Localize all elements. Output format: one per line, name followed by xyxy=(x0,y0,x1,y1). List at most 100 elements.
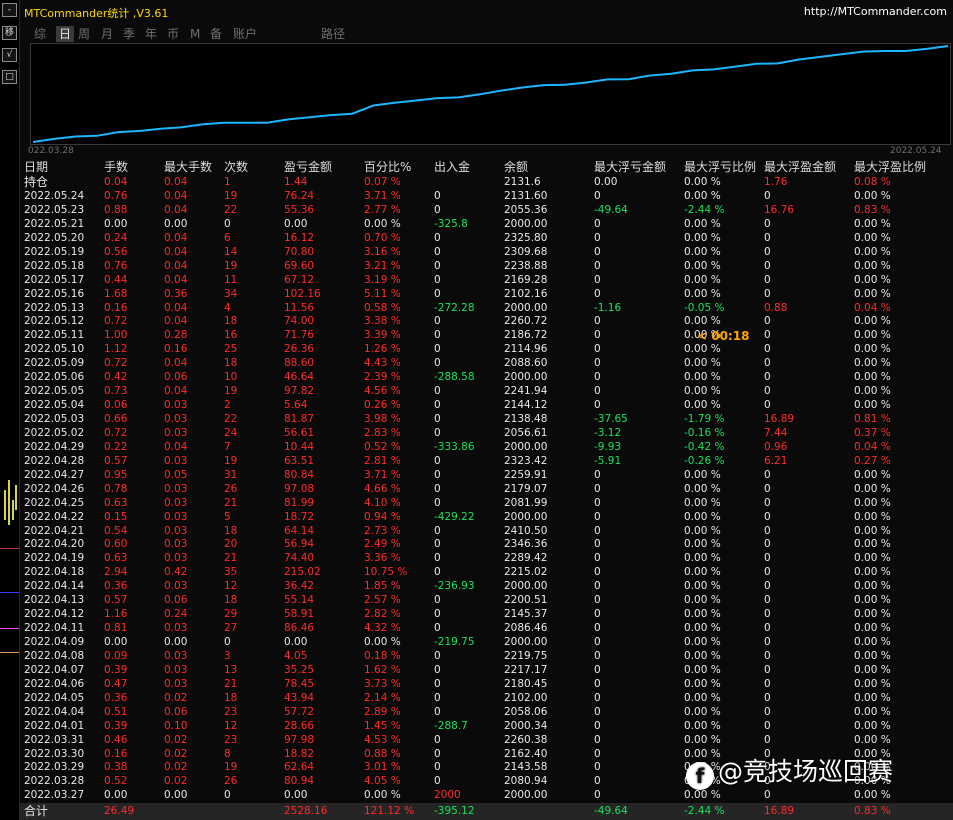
window-button[interactable]: □ xyxy=(2,70,17,84)
cell-4: 18.82 xyxy=(284,747,315,760)
table-row[interactable]: 2022.04.18 2.94 0.42 35 215.02 10.75 % 0 2215.0… xyxy=(24,565,949,579)
cell-6: -429.22 xyxy=(434,510,475,523)
cell-11: 0.00 % xyxy=(854,649,891,662)
cell-6: 0 xyxy=(434,524,441,537)
cell-1: 0.56 xyxy=(104,245,128,258)
cell-3: 13 xyxy=(224,663,238,676)
table-row[interactable]: 2022.05.12 0.72 0.04 18 74.00 3.38 % 0 2260.72 0… xyxy=(24,314,949,328)
cell-4: 80.84 xyxy=(284,468,315,481)
cell-9: 0.00 % xyxy=(684,287,721,300)
cell-6: 0 xyxy=(434,468,441,481)
cell-0: 2022.04.14 xyxy=(24,580,85,593)
table-row[interactable]: 2022.05.20 0.24 0.04 6 16.12 0.70 % 0 2325.80 0 0… xyxy=(24,231,949,245)
cell-7: 2102.16 xyxy=(504,287,548,300)
table-row[interactable]: 2022.04.25 0.63 0.03 21 81.99 4.10 % 0 2081.99 0… xyxy=(24,496,949,510)
table-row[interactable]: 2022.04.21 0.54 0.03 18 64.14 2.73 % 0 2410.50 0… xyxy=(24,524,949,538)
move-button[interactable]: 移 xyxy=(2,26,17,40)
tab-8[interactable]: 备 xyxy=(210,26,222,42)
cell-2: 0.02 xyxy=(164,747,188,760)
table-row[interactable]: 2022.05.23 0.88 0.04 22 55.36 2.77 % 0 2055.36 -… xyxy=(24,203,949,217)
cell-2: 0.02 xyxy=(164,775,188,788)
cell-0: 2022.05.03 xyxy=(24,413,85,425)
cell-4: 62.64 xyxy=(284,761,315,774)
website-link[interactable]: http://MTCommander.com xyxy=(804,5,947,18)
stats-panel: MTCommander统计 ,V3.61 http://MTCommander.… xyxy=(20,0,953,820)
cell-2: 0.03 xyxy=(164,524,188,537)
table-row[interactable]: 2022.04.08 0.09 0.03 3 4.05 0.18 % 0 2219.75 0 0.… xyxy=(24,649,949,663)
cell-3: 5 xyxy=(224,510,231,523)
table-row[interactable]: 2022.05.06 0.42 0.06 10 46.64 2.39 % -288.58 20… xyxy=(24,370,949,384)
cell-1: 0.57 xyxy=(104,454,128,467)
cell-5: 1.26 % xyxy=(364,343,401,356)
tab-10[interactable]: 路径 xyxy=(321,26,345,42)
table-row[interactable]: 2022.04.06 0.47 0.03 21 78.45 3.73 % 0 2180.45 0… xyxy=(24,677,949,691)
table-row[interactable]: 2022.05.05 0.73 0.04 19 97.82 4.56 % 0 2241.94 0… xyxy=(24,384,949,398)
table-row[interactable]: 2022.04.11 0.81 0.03 27 86.46 4.32 % 0 2086.46 0… xyxy=(24,621,949,635)
table-row[interactable]: 2022.04.22 0.15 0.03 5 18.72 0.94 % -429.22 200… xyxy=(24,510,949,524)
cell-5: 2.14 % xyxy=(364,691,401,704)
table-row[interactable]: 2022.05.19 0.56 0.04 14 70.80 3.16 % 0 2309.68 0… xyxy=(24,245,949,259)
cell-11: 0.00 % xyxy=(854,371,891,384)
tab-5[interactable]: 年 xyxy=(145,26,157,42)
cell-6: 0 xyxy=(434,761,441,774)
table-row[interactable]: 2022.04.01 0.39 0.10 12 28.66 1.45 % -288.7 200… xyxy=(24,719,949,733)
tab-6[interactable]: 币 xyxy=(167,26,179,42)
cell-4: 5.64 xyxy=(284,399,308,412)
check-button[interactable]: √ xyxy=(2,48,17,62)
table-row[interactable]: 2022.03.27 0.00 0.00 0 0.00 0.00 % 2000 2000.00… xyxy=(24,788,949,802)
cell-1: 0.00 xyxy=(104,217,128,230)
cell-1: 0.57 xyxy=(104,594,128,607)
table-row[interactable]: 2022.04.26 0.78 0.03 26 97.08 4.66 % 0 2179.07 0… xyxy=(24,482,949,496)
table-row[interactable]: 2022.05.18 0.76 0.04 19 69.60 3.21 % 0 2238.88 0… xyxy=(24,259,949,273)
table-row[interactable]: 2022.05.04 0.06 0.03 2 5.64 0.26 % 0 2144.12 0 0.… xyxy=(24,398,949,412)
table-row[interactable]: 2022.04.13 0.57 0.06 18 55.14 2.57 % 0 2200.51 0… xyxy=(24,593,949,607)
minimize-button[interactable]: - xyxy=(2,3,17,17)
tab-4[interactable]: 季 xyxy=(123,26,135,42)
cell-1: 0.76 xyxy=(104,190,128,202)
cell-7: 2000.00 xyxy=(504,301,548,314)
table-row[interactable]: 2022.04.14 0.36 0.03 12 36.42 1.85 % -236.93 20… xyxy=(24,579,949,593)
table-row[interactable]: 2022.05.21 0.00 0.00 0 0.00 0.00 % -325.8 2000.… xyxy=(24,217,949,231)
cell-9: 0.00 % xyxy=(684,217,721,230)
cell-11: 0.00 % xyxy=(854,259,891,272)
table-row[interactable]: 2022.04.04 0.51 0.06 23 57.72 2.89 % 0 2058.06 0… xyxy=(24,705,949,719)
table-row[interactable]: 2022.04.29 0.22 0.04 7 10.44 0.52 % -333.86 200… xyxy=(24,440,949,454)
table-row[interactable]: 2022.04.05 0.36 0.02 18 43.94 2.14 % 0 2102.00 0… xyxy=(24,691,949,705)
table-row[interactable]: 2022.05.09 0.72 0.04 18 88.60 4.43 % 0 2088.60 0… xyxy=(24,356,949,370)
table-row[interactable]: 2022.04.20 0.60 0.03 20 56.94 2.49 % 0 2346.36 0… xyxy=(24,537,949,551)
table-row[interactable]: 2022.05.11 1.00 0.28 16 71.76 3.39 % 0 2186.72 0… xyxy=(24,328,949,342)
cell-4: 16.12 xyxy=(284,231,315,244)
table-row[interactable]: 2022.04.27 0.95 0.05 31 80.84 3.71 % 0 2259.91 0… xyxy=(24,468,949,482)
table-row[interactable]: 2022.05.13 0.16 0.04 4 11.56 0.58 % -272.28 200… xyxy=(24,301,949,315)
tab-1[interactable]: 日 xyxy=(56,26,75,42)
cell-3: 29 xyxy=(224,608,238,621)
cell-0: 2022.05.13 xyxy=(24,301,85,314)
tab-0[interactable]: 综 xyxy=(34,26,46,42)
cell-3: 18 xyxy=(224,524,238,537)
table-row[interactable]: 2022.05.16 1.68 0.36 34 102.16 5.11 % 0 2102.16… xyxy=(24,287,949,301)
tab-3[interactable]: 月 xyxy=(101,26,113,42)
cell-5: 2.73 % xyxy=(364,524,401,537)
table-row[interactable]: 2022.05.03 0.66 0.03 22 81.87 3.98 % 0 2138.48 -… xyxy=(24,412,949,426)
table-row[interactable]: 2022.04.09 0.00 0.00 0 0.00 0.00 % -219.75 2000… xyxy=(24,635,949,649)
table-row[interactable]: 2022.05.17 0.44 0.04 11 67.12 3.19 % 0 2169.28 0… xyxy=(24,273,949,287)
cell-1: 0.39 xyxy=(104,719,128,732)
tab-7[interactable]: M xyxy=(190,26,200,42)
tab-2[interactable]: 周 xyxy=(78,26,90,42)
tab-9[interactable]: 账户 xyxy=(233,26,257,42)
table-row[interactable]: 2022.04.07 0.39 0.03 13 35.25 1.62 % 0 2217.17 0… xyxy=(24,663,949,677)
watermark-text: @竞技场巡回赛 xyxy=(718,757,894,786)
cell-4: 102.16 xyxy=(284,287,321,300)
table-row[interactable]: 2022.05.10 1.12 0.16 25 26.36 1.26 % 0 2114.96 0… xyxy=(24,342,949,356)
table-row[interactable]: 2022.04.19 0.63 0.03 21 74.40 3.36 % 0 2289.42 0… xyxy=(24,551,949,565)
table-row[interactable]: 2022.04.12 1.16 0.24 29 58.91 2.82 % 0 2145.37 0… xyxy=(24,607,949,621)
table-row[interactable]: 2022.05.02 0.72 0.03 24 56.61 2.83 % 0 2056.61 -… xyxy=(24,426,949,440)
table-row[interactable]: 2022.03.31 0.46 0.02 23 97.98 4.53 % 0 2260.38 0… xyxy=(24,733,949,747)
cell-8: -9.93 xyxy=(594,440,622,453)
cell-11: 0.00 % xyxy=(854,482,891,495)
cell-1: 1.00 xyxy=(104,329,128,342)
table-row[interactable]: 2022.05.24 0.76 0.04 19 76.24 3.71 % 0 2131.60 0… xyxy=(24,189,949,203)
cell-6: 0 xyxy=(434,190,441,202)
cell-4: 55.36 xyxy=(284,203,315,216)
table-row[interactable]: 2022.04.28 0.57 0.03 19 63.51 2.81 % 0 2323.42 -… xyxy=(24,454,949,468)
